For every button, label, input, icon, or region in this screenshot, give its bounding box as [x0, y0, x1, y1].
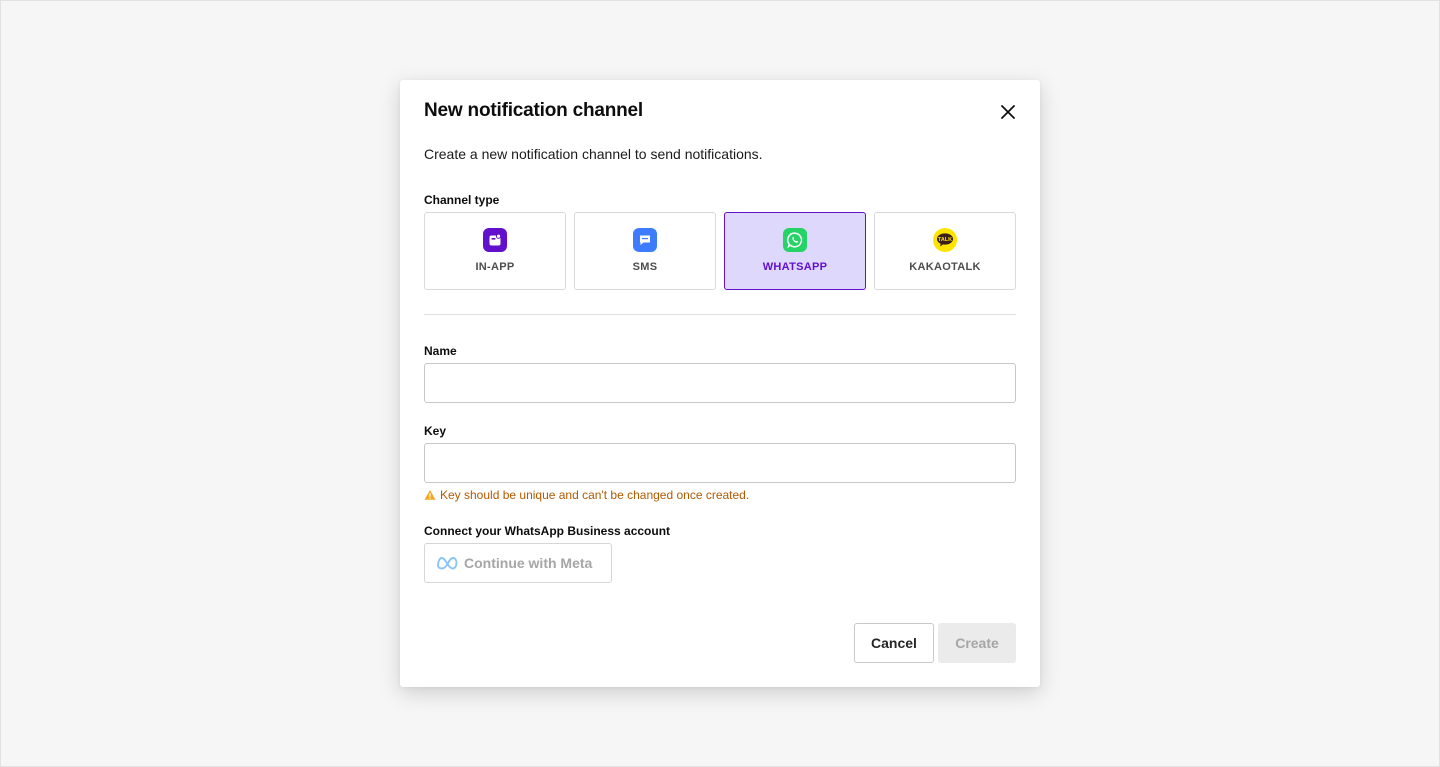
new-channel-dialog: New notification channel Create a new no… — [400, 80, 1040, 687]
connect-label: Connect your WhatsApp Business account — [424, 524, 671, 538]
divider — [424, 314, 1016, 315]
channel-option-label: IN-APP — [475, 261, 515, 273]
svg-text:TALK: TALK — [938, 237, 952, 243]
key-warning-text: Key should be unique and can't be change… — [440, 488, 750, 502]
channel-type-label: Channel type — [424, 193, 500, 207]
kakaotalk-icon: TALK — [933, 228, 957, 252]
meta-logo-icon — [437, 557, 458, 570]
create-button[interactable]: Create — [938, 623, 1016, 663]
dialog-description: Create a new notification channel to sen… — [424, 146, 763, 162]
channel-option-whatsapp[interactable]: WHATSAPP — [724, 212, 866, 290]
whatsapp-icon — [783, 228, 807, 252]
in-app-icon — [483, 228, 507, 252]
continue-with-meta-button[interactable]: Continue with Meta — [424, 543, 612, 583]
channel-option-label: SMS — [632, 261, 658, 273]
close-button[interactable] — [996, 100, 1020, 124]
name-label: Name — [424, 344, 457, 358]
channel-option-in-app[interactable]: IN-APP — [424, 212, 566, 290]
cancel-button[interactable]: Cancel — [854, 623, 934, 663]
key-input[interactable] — [424, 443, 1016, 483]
dialog-title: New notification channel — [424, 100, 643, 121]
key-label: Key — [424, 424, 447, 438]
warning-icon — [424, 490, 436, 500]
channel-option-label: KAKAOTALK — [909, 261, 981, 273]
continue-with-meta-label: Continue with Meta — [464, 555, 593, 571]
close-icon — [1001, 105, 1015, 119]
channel-option-sms[interactable]: SMS — [574, 212, 716, 290]
channel-option-kakaotalk[interactable]: TALK KAKAOTALK — [874, 212, 1016, 290]
chat-bubble-icon — [633, 228, 657, 252]
channel-option-label: WHATSAPP — [762, 261, 828, 273]
name-input[interactable] — [424, 363, 1016, 403]
channel-type-selector: IN-APP SMS WHATSAPP TALK KAKAOTALK — [424, 212, 1016, 290]
key-warning-hint: Key should be unique and can't be change… — [424, 488, 749, 502]
